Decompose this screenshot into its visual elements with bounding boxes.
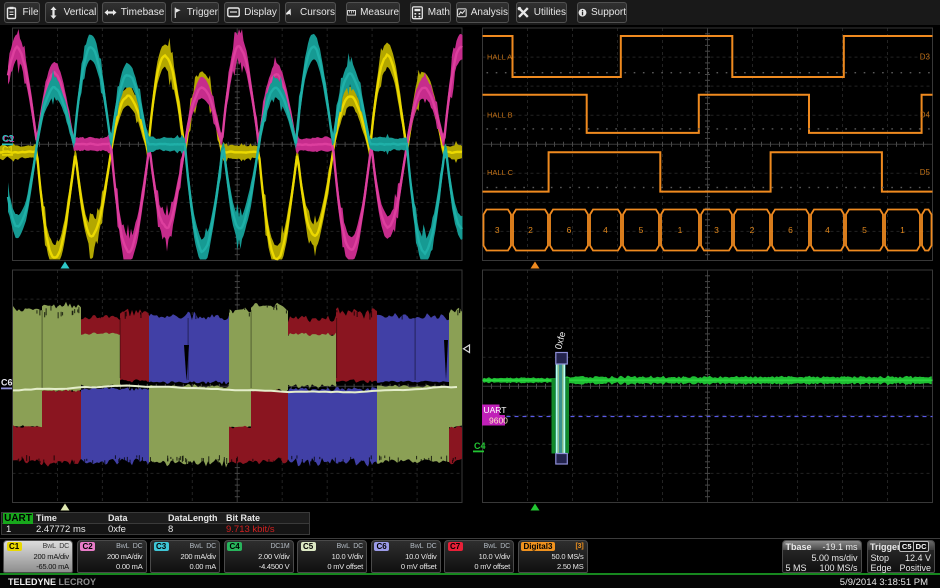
svg-text:C4: C4 bbox=[474, 441, 486, 451]
svg-text:C1: C1 bbox=[2, 145, 14, 155]
svg-text:HALL A: HALL A bbox=[487, 53, 512, 62]
svg-text:6: 6 bbox=[788, 225, 793, 235]
svg-text:HALL C: HALL C bbox=[487, 168, 514, 177]
svg-text:5: 5 bbox=[862, 225, 867, 235]
svg-text:1: 1 bbox=[678, 225, 683, 235]
svg-text:C3: C3 bbox=[2, 134, 14, 144]
svg-text:3: 3 bbox=[495, 225, 500, 235]
svg-text:4: 4 bbox=[825, 225, 830, 235]
svg-text:3: 3 bbox=[714, 225, 719, 235]
svg-text:2: 2 bbox=[528, 225, 533, 235]
svg-text:UART: UART bbox=[484, 405, 507, 415]
svg-text:2: 2 bbox=[750, 225, 755, 235]
svg-text:D5: D5 bbox=[920, 168, 931, 177]
svg-text:5: 5 bbox=[639, 225, 644, 235]
svg-text:HALL B: HALL B bbox=[487, 111, 513, 120]
svg-text:4: 4 bbox=[603, 225, 608, 235]
svg-text:1: 1 bbox=[900, 225, 905, 235]
svg-text:6: 6 bbox=[567, 225, 572, 235]
svg-text:D3: D3 bbox=[920, 53, 931, 62]
svg-text:9600: 9600 bbox=[489, 416, 508, 426]
svg-text:C6: C6 bbox=[1, 378, 13, 388]
svg-text:D4: D4 bbox=[920, 111, 931, 120]
svg-text:0xfe: 0xfe bbox=[553, 331, 568, 351]
